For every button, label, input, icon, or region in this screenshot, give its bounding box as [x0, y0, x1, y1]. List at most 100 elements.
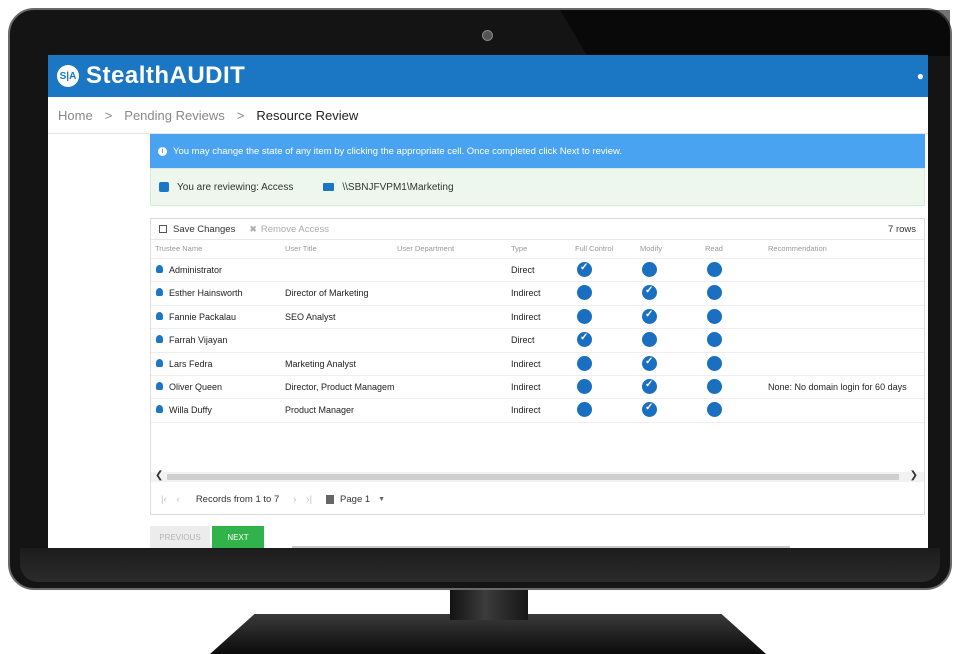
breadcrumb-separator: > [236, 107, 245, 123]
user-icon [156, 335, 163, 344]
grid-toolbar: Save Changes ✖ Remove Access 7 rows [151, 219, 924, 240]
chevron-down-icon[interactable]: ▼ [378, 496, 385, 503]
breadcrumb-home[interactable]: Home [58, 108, 93, 123]
prev-page-icon[interactable]: ‹ [177, 494, 180, 505]
scrollbar-thumb[interactable] [167, 474, 899, 480]
full-control-cell[interactable] [577, 355, 592, 371]
breadcrumb-separator: > [104, 107, 113, 123]
modify-cell[interactable] [642, 308, 657, 324]
col-header-type[interactable]: Type [511, 244, 527, 253]
user-icon [156, 405, 163, 414]
last-page-icon[interactable]: ›| [306, 494, 312, 505]
user-icon [156, 381, 163, 390]
col-header-read[interactable]: Read [705, 244, 723, 253]
col-header-modify[interactable]: Modify [640, 244, 662, 253]
full-control-cell[interactable] [577, 332, 592, 348]
trustee-name: Oliver Queen [169, 381, 223, 392]
trustee-name: Esther Hainsworth [169, 288, 243, 299]
modify-cell[interactable] [642, 332, 657, 348]
table-row[interactable]: Lars Fedra Marketing Analyst Indirect [151, 353, 924, 376]
remove-access-button[interactable]: ✖ Remove Access [249, 224, 329, 235]
access-type: Indirect [511, 311, 541, 322]
read-cell[interactable] [707, 402, 722, 418]
modify-cell[interactable] [642, 355, 657, 371]
read-cell[interactable] [707, 262, 722, 277]
monitor-chin [20, 548, 940, 582]
access-type: Direct [511, 335, 535, 346]
trustee-name: Administrator [169, 265, 223, 275]
app-screen: S|A StealthAUDIT ● Home > Pending Review… [48, 55, 928, 548]
breadcrumb-pending-reviews[interactable]: Pending Reviews [124, 108, 224, 123]
save-changes-label: Save Changes [173, 223, 236, 235]
main-content: i You may change the state of any item b… [150, 134, 925, 548]
access-type: Direct [511, 265, 535, 275]
badge-icon [159, 182, 169, 192]
modify-cell[interactable] [642, 285, 657, 301]
scroll-right-icon[interactable]: ❯ [910, 470, 918, 481]
modify-cell[interactable] [642, 402, 657, 418]
user-icon [156, 265, 163, 273]
wizard-buttons: PREVIOUS NEXT [150, 526, 264, 548]
trustee-name: Farrah Vijayan [169, 335, 228, 346]
info-text: You may change the state of any item by … [173, 145, 623, 157]
grid-body: Administrator Direct Esther Hainsworth Dire… [151, 259, 924, 423]
review-context-bar: You are reviewing: Access \\SBNJFVPM1\Ma… [150, 168, 925, 206]
page-icon [326, 494, 335, 504]
table-row[interactable]: Oliver Queen Director, Product Managem Ind… [151, 376, 924, 400]
top-bar: S|A StealthAUDIT ● [48, 55, 928, 97]
read-cell[interactable] [707, 332, 722, 348]
col-header-user-title[interactable]: User Title [285, 244, 317, 253]
read-cell[interactable] [707, 285, 722, 301]
user-icon [156, 311, 163, 320]
scroll-left-icon[interactable]: ❮ [155, 470, 163, 481]
full-control-cell[interactable] [577, 308, 592, 324]
table-row[interactable]: Fannie Packalau SEO Analyst Indirect [151, 306, 924, 330]
read-cell[interactable] [707, 378, 722, 394]
full-control-cell[interactable] [577, 262, 592, 277]
info-icon: i [158, 146, 167, 156]
save-changes-button[interactable]: Save Changes [159, 224, 235, 235]
access-type: Indirect [511, 358, 541, 369]
previous-button[interactable]: PREVIOUS [150, 526, 210, 548]
col-header-full-control[interactable]: Full Control [575, 244, 613, 253]
col-header-user-department[interactable]: User Department [397, 244, 454, 253]
pager: |‹ ‹ Records from 1 to 7 › ›| Page 1 ▼ [151, 484, 385, 514]
horizontal-scrollbar[interactable]: ❮ ❯ [151, 470, 924, 482]
modify-cell[interactable] [642, 378, 657, 394]
user-title: SEO Analyst [285, 311, 336, 322]
resource-path: \\SBNJFVPM1\Marketing [342, 181, 454, 193]
row-count: 7 rows [888, 223, 916, 235]
info-banner: i You may change the state of any item b… [150, 134, 925, 168]
modify-cell[interactable] [642, 262, 657, 277]
close-icon: ✖ [249, 223, 257, 234]
recommendation: None: No domain login for 60 days [768, 381, 907, 392]
app-logo[interactable]: StealthAUDIT [86, 62, 245, 90]
user-title: Director, Product Managem [285, 381, 395, 392]
page-selector[interactable]: Page 1 [340, 494, 370, 505]
user-title: Director of Marketing [285, 288, 369, 299]
user-title: Product Manager [285, 405, 355, 416]
webcam-icon [482, 30, 493, 41]
table-row[interactable]: Administrator Direct [151, 259, 924, 283]
reviewing-label: You are reviewing: Access [177, 181, 294, 193]
full-control-cell[interactable] [577, 402, 592, 418]
full-control-cell[interactable] [577, 378, 592, 394]
next-page-icon[interactable]: › [293, 494, 296, 505]
table-row[interactable]: Willa Duffy Product Manager Indirect [151, 399, 924, 423]
col-header-trustee-name[interactable]: Trustee Name [155, 244, 202, 253]
next-button[interactable]: NEXT [212, 526, 264, 548]
user-icon [156, 358, 163, 367]
full-control-cell[interactable] [577, 285, 592, 301]
access-type: Indirect [511, 288, 541, 299]
first-page-icon[interactable]: |‹ [161, 494, 167, 505]
review-grid: Save Changes ✖ Remove Access 7 rows Trus… [150, 218, 925, 515]
table-row[interactable]: Esther Hainsworth Director of Marketing In… [151, 282, 924, 306]
breadcrumb-current: Resource Review [256, 107, 359, 123]
col-header-recommendation[interactable]: Recommendation [768, 244, 827, 253]
monitor-stand-base [210, 614, 766, 654]
read-cell[interactable] [707, 355, 722, 371]
read-cell[interactable] [707, 308, 722, 324]
screen-glare [560, 10, 950, 56]
table-row[interactable]: Farrah Vijayan Direct [151, 329, 924, 353]
user-menu-icon[interactable]: ● [917, 69, 924, 83]
